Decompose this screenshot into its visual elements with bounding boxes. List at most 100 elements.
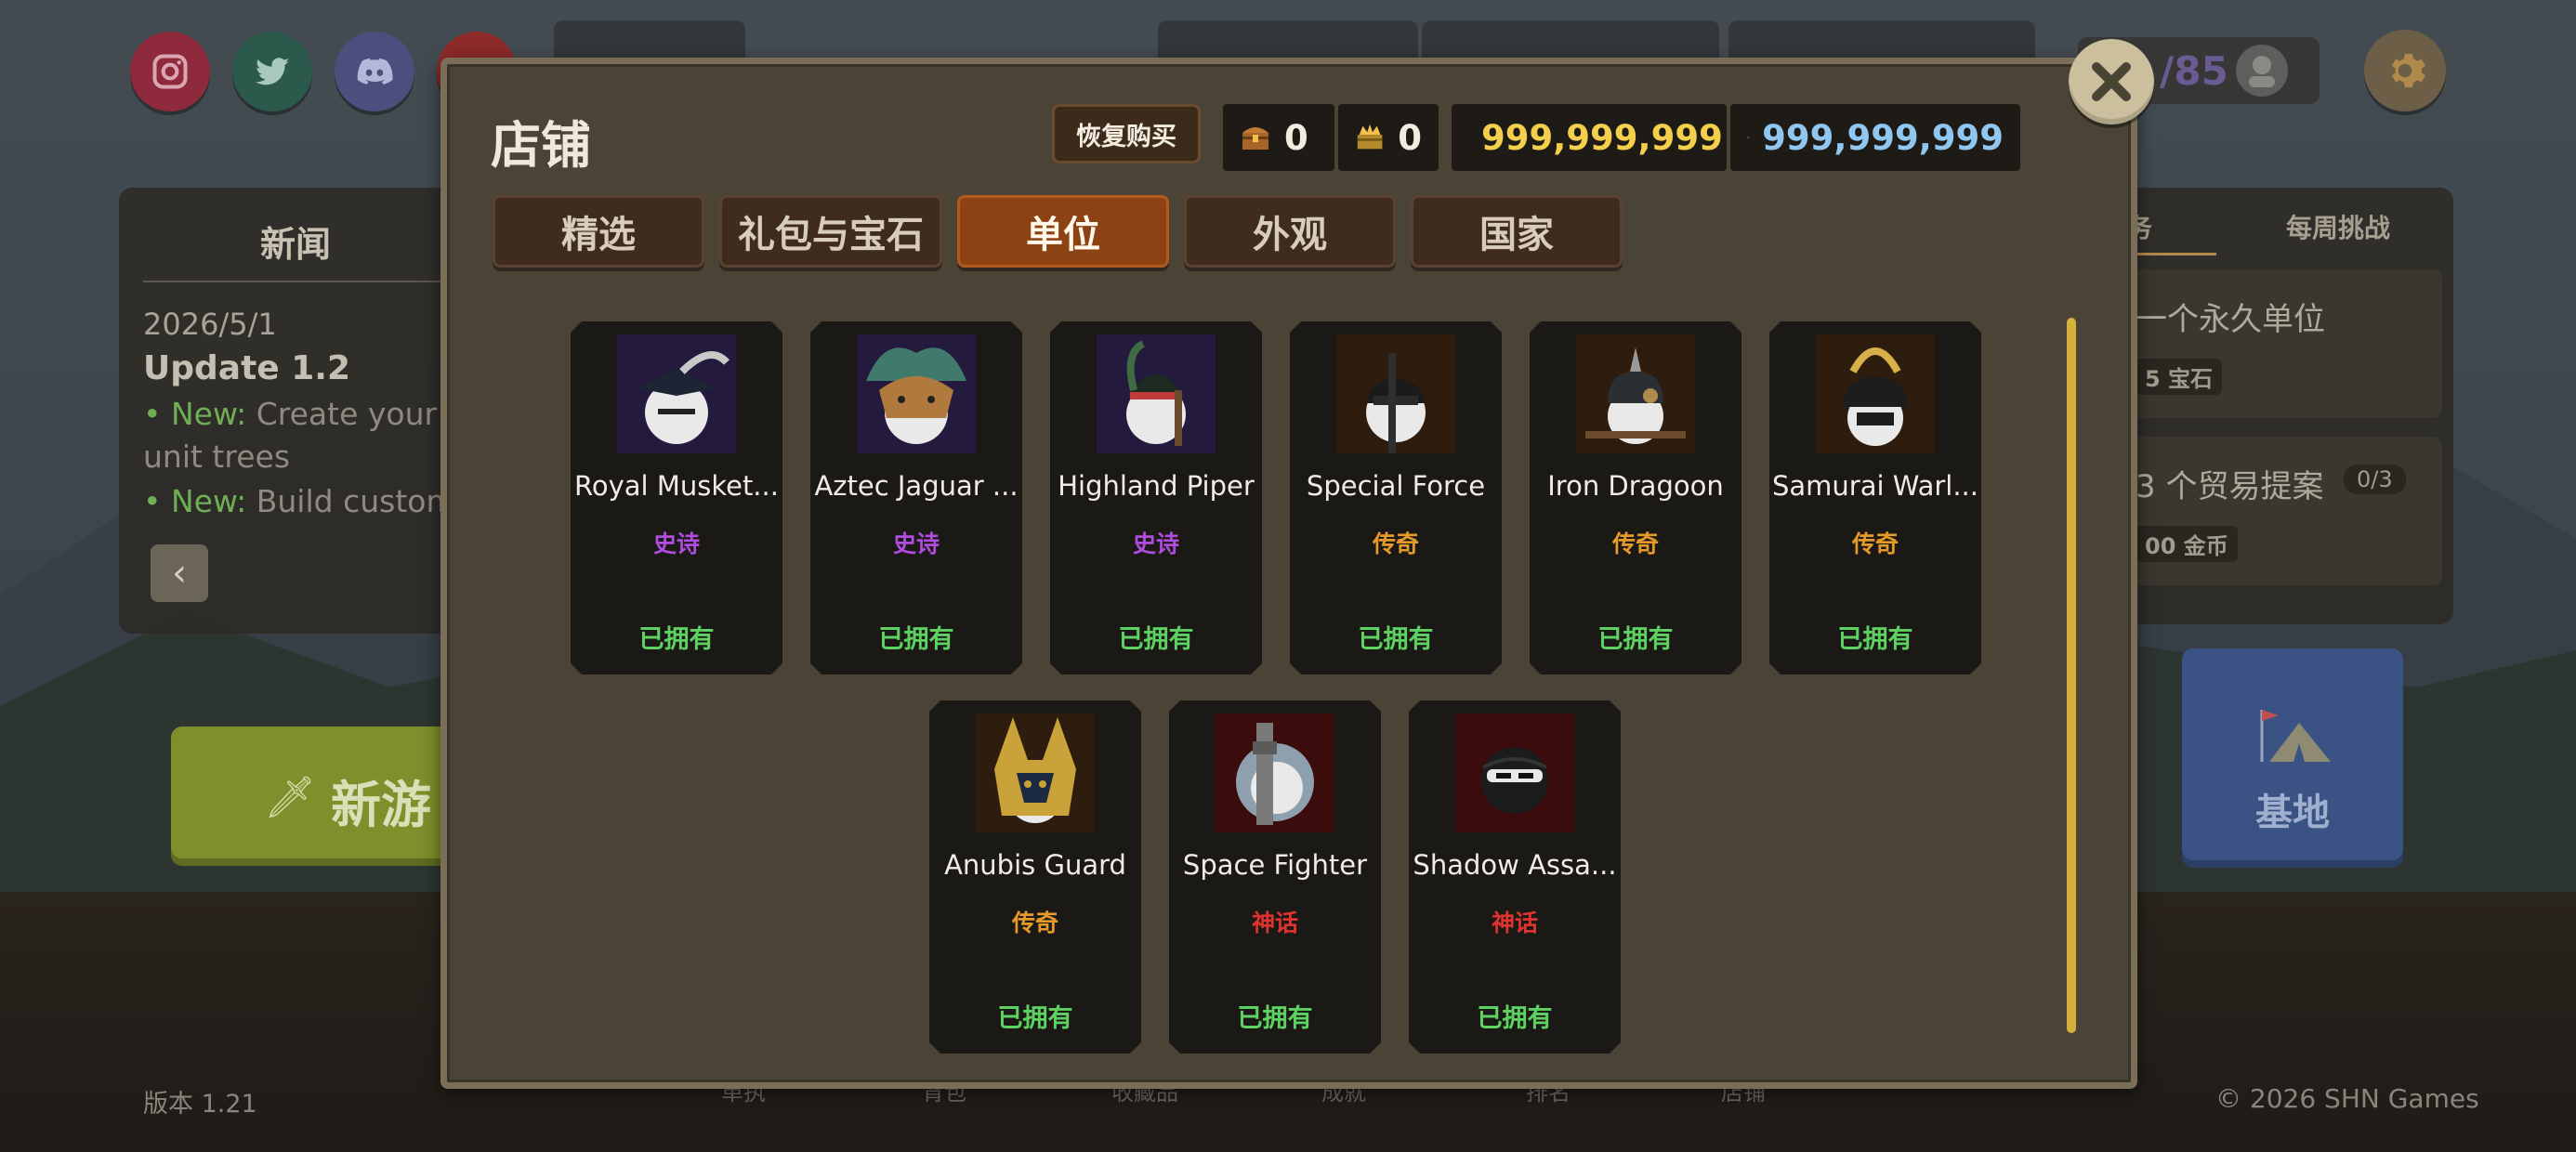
news-date: 2026/5/1 (143, 307, 277, 342)
new-game-button[interactable]: 🗡 新游 (171, 727, 487, 866)
shop-title: 店铺 (491, 116, 591, 175)
restore-purchases-button[interactable]: 恢复购买 (1052, 104, 1201, 164)
twitter-icon (256, 58, 290, 85)
unit-card[interactable]: Aztec Jaguar ... 史诗 已拥有 (810, 321, 1022, 674)
divider (143, 281, 459, 282)
tab-units[interactable]: 单位 (957, 195, 1169, 268)
unit-owned-status: 已拥有 (638, 625, 715, 654)
kabuto-icon (1816, 334, 1935, 453)
settings-button[interactable] (2364, 30, 2446, 111)
task-reward: 00 金币 (2136, 526, 2238, 562)
new-game-label: 新游 (331, 776, 431, 834)
currency-value: 999,999,999 (1481, 117, 1723, 158)
news-line: • New: Build custom (143, 483, 456, 519)
task-progress: 0/3 (2344, 465, 2406, 494)
currency-value: 999,999,999 (1762, 117, 2004, 158)
tasks-panel: 务 每周挑战 一个永久单位 5 宝石 3 个贸易提案 0/3 00 金币 (2100, 188, 2453, 624)
unit-name: Special Force (1306, 470, 1486, 502)
unit-rarity: 史诗 (1132, 530, 1179, 557)
space-helmet-icon (1216, 713, 1334, 832)
tent-icon (2260, 710, 2331, 762)
news-tag: • New: (143, 396, 247, 432)
sword-icon: 🗡 (264, 774, 316, 821)
news-panel: 新闻 2026/5/1 Update 1.2 • New: Create you… (119, 188, 472, 634)
unit-owned-status: 已拥有 (1837, 625, 1913, 654)
crown-chest-counter: 0 (1338, 104, 1439, 171)
crown-chest-icon (1357, 124, 1383, 150)
feather-bonnet-icon (1097, 334, 1216, 453)
shop-scrollbar[interactable] (2067, 318, 2076, 1033)
tricorn-hat-icon (617, 334, 736, 453)
version-label: 版本 1.21 (143, 1090, 257, 1119)
unit-card[interactable]: Anubis Guard 传奇 已拥有 (929, 700, 1141, 1054)
instagram-icon (152, 54, 188, 89)
unit-card[interactable]: Space Fighter 神话 已拥有 (1169, 700, 1381, 1054)
unit-rarity: 神话 (1251, 910, 1298, 936)
unit-card[interactable]: Royal Musket... 史诗 已拥有 (571, 321, 782, 674)
chest-icon (1242, 127, 1268, 150)
discord-icon (357, 58, 393, 85)
unit-rarity: 传奇 (1372, 530, 1419, 557)
tab-weekly-challenge[interactable]: 每周挑战 (2286, 208, 2390, 245)
anubis-helmet-icon (976, 713, 1095, 832)
unit-rarity: 神话 (1491, 910, 1538, 936)
purple-gem-icon (1747, 137, 1749, 138)
news-headline: Update 1.2 (143, 349, 350, 387)
pickelhaube-icon (1576, 334, 1695, 453)
unit-name: Anubis Guard (944, 849, 1126, 881)
unit-name: Space Fighter (1182, 849, 1368, 881)
unit-owned-status: 已拥有 (1477, 1004, 1553, 1033)
unit-card[interactable]: Iron Dragoon 传奇 已拥有 (1530, 321, 1741, 674)
unit-name: Iron Dragoon (1547, 470, 1724, 502)
unit-name: Royal Musket... (574, 470, 779, 502)
avatar-icon (2236, 45, 2288, 97)
unit-rarity: 史诗 (652, 530, 700, 557)
unit-rarity: 史诗 (892, 530, 940, 557)
unit-card[interactable]: Samurai Warl... 传奇 已拥有 (1769, 321, 1981, 674)
news-text: Create your c (246, 396, 464, 432)
task-item[interactable]: 3 个贸易提案 0/3 00 金币 (2100, 437, 2442, 585)
news-title: 新闻 (259, 224, 331, 265)
news-line: • New: Create your c (143, 396, 464, 432)
unit-rarity: 传奇 (1611, 530, 1659, 557)
close-button[interactable] (2069, 39, 2154, 124)
news-text: unit trees (143, 439, 291, 475)
twitter-button[interactable] (232, 32, 312, 111)
base-label: 基地 (2255, 792, 2330, 834)
level-value: /85 (2160, 48, 2228, 94)
tab-featured[interactable]: 精选 (493, 195, 704, 268)
close-icon (2092, 62, 2131, 101)
gear-icon (2391, 54, 2425, 87)
ninja-mask-icon (1455, 713, 1574, 832)
task-reward: 5 宝石 (2136, 359, 2223, 395)
unit-name: Aztec Jaguar ... (814, 470, 1019, 502)
news-text: Build custom (246, 483, 456, 519)
chest-counter: 0 (1223, 104, 1334, 171)
task-item[interactable]: 一个永久单位 5 宝石 (2100, 269, 2442, 418)
unit-owned-status: 已拥有 (1237, 1004, 1313, 1033)
tab-bundles-gems[interactable]: 礼包与宝石 (719, 195, 942, 268)
task-text: 一个永久单位 (2136, 301, 2325, 338)
unit-card[interactable]: Highland Piper 史诗 已拥有 (1050, 321, 1262, 674)
unit-name: Samurai Warl... (1771, 470, 1978, 502)
tab-countries[interactable]: 国家 (1411, 195, 1623, 268)
unit-owned-status: 已拥有 (1597, 625, 1674, 654)
shop-dialog: 店铺 恢复购买 0 0 999,999,999 999,999,999 精选 礼… (440, 58, 2137, 1089)
currency-value: 0 (1284, 117, 1308, 158)
unit-card[interactable]: Special Force 传奇 已拥有 (1290, 321, 1502, 674)
unit-name: Shadow Assa... (1413, 849, 1617, 881)
instagram-button[interactable] (130, 32, 210, 111)
unit-card[interactable]: Shadow Assa... 神话 已拥有 (1409, 700, 1621, 1054)
gem-counter: 999,999,999 (1730, 104, 2020, 171)
tab-skins[interactable]: 外观 (1184, 195, 1396, 268)
balaclava-icon (1336, 334, 1455, 453)
unit-owned-status: 已拥有 (1358, 625, 1434, 654)
currency-value: 0 (1398, 117, 1422, 158)
news-prev-button[interactable]: ‹ (151, 544, 208, 602)
base-button[interactable]: 基地 (2182, 648, 2403, 868)
discord-button[interactable] (335, 32, 414, 111)
news-line: unit trees (143, 439, 290, 475)
jaguar-headdress-icon (857, 334, 976, 453)
coin-counter: 999,999,999 (1452, 104, 1727, 171)
news-tag: • New: (143, 483, 247, 519)
